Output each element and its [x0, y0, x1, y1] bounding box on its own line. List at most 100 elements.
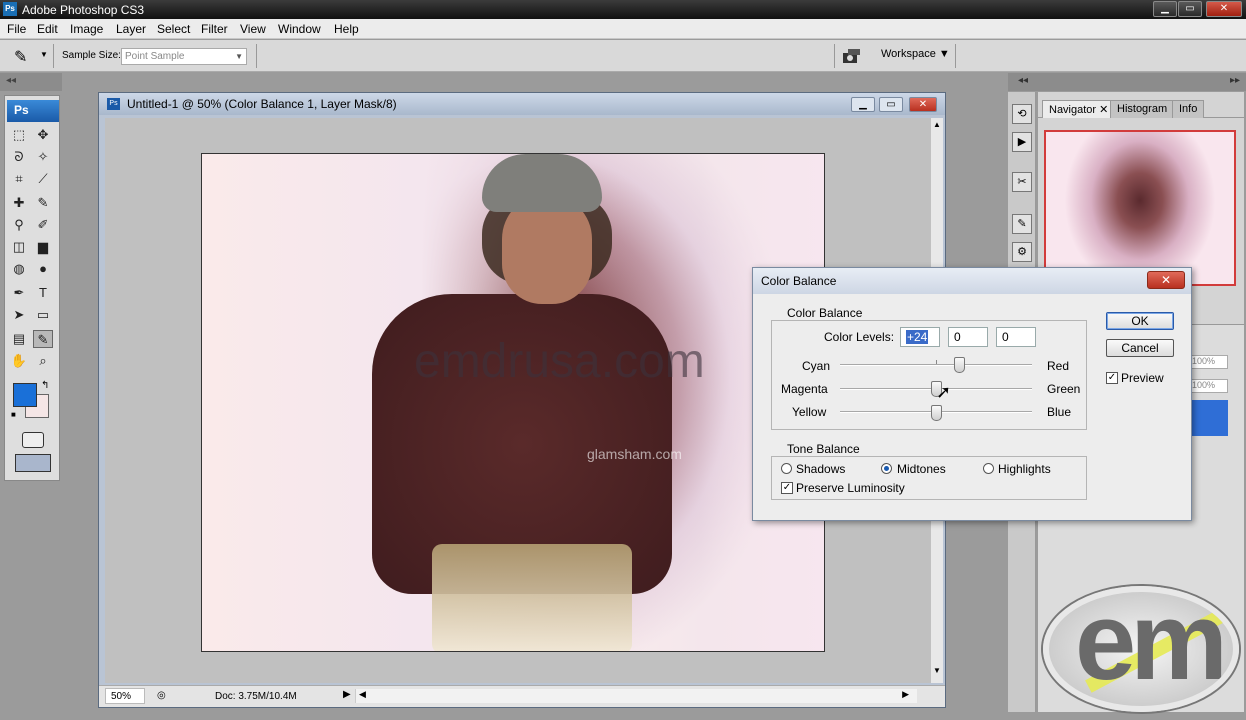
zoom-tool-icon[interactable]: ⌕	[33, 352, 53, 370]
dialog-titlebar[interactable]: Color Balance ✕	[753, 268, 1191, 294]
workspace-menu[interactable]: Workspace ▼	[881, 48, 950, 60]
preserve-luminosity-checkbox[interactable]: ✓	[781, 482, 793, 494]
slice-tool-icon[interactable]: ⟋	[33, 170, 53, 188]
doc-minimize-button[interactable]: ▁	[851, 97, 875, 112]
menu-file[interactable]: File	[7, 22, 26, 36]
lasso-tool-icon[interactable]: ᘐ	[9, 148, 29, 166]
dodge-tool-icon[interactable]: ●	[33, 260, 53, 278]
cyan-red-slider-thumb[interactable]	[954, 357, 965, 373]
tool-presets-icon[interactable]: ✂	[1012, 172, 1032, 192]
document-titlebar[interactable]: Ps Untitled-1 @ 50% (Color Balance 1, La…	[99, 93, 945, 115]
preserve-luminosity-label: Preserve Luminosity	[796, 481, 905, 495]
quick-mask-button[interactable]	[22, 432, 44, 448]
navigator-thumbnail[interactable]	[1044, 130, 1236, 286]
history-icon[interactable]: ⟲	[1012, 104, 1032, 124]
collapse-icon[interactable]: ◂◂	[1018, 75, 1028, 86]
yellow-blue-slider-thumb[interactable]	[931, 405, 942, 421]
doc-close-button[interactable]: ✕	[909, 97, 937, 112]
navigate-icon[interactable]: ◎	[157, 690, 166, 701]
pen-tool-icon[interactable]: ✒	[9, 284, 29, 302]
restore-button[interactable]: ▭	[1178, 1, 1202, 17]
options-divider	[256, 44, 257, 68]
status-menu-icon[interactable]: ▶	[343, 689, 351, 700]
scroll-up-icon[interactable]: ▲	[933, 120, 941, 129]
actions-icon[interactable]: ▶	[1012, 132, 1032, 152]
color-level-cyan-red-field[interactable]: +24	[900, 327, 940, 347]
dialog-close-button[interactable]: ✕	[1147, 271, 1185, 289]
path-selection-tool-icon[interactable]: ➤	[9, 306, 29, 324]
tab-histogram[interactable]: Histogram	[1110, 100, 1175, 118]
gradient-tool-icon[interactable]: ▆	[33, 238, 53, 256]
tab-navigator[interactable]: Navigator ✕	[1042, 100, 1116, 118]
doc-maximize-button[interactable]: ▭	[879, 97, 903, 112]
scroll-right-icon[interactable]: ▶	[902, 689, 909, 700]
tools-panel: Ps ⬚ ✥ ᘐ ✧ ⌗ ⟋ ✚ ✎ ⚲ ✐ ◫ ▆ ◍ ● ✒ T ➤ ▭ ▤…	[4, 95, 60, 481]
menu-view[interactable]: View	[240, 22, 266, 36]
cancel-button[interactable]: Cancel	[1106, 339, 1174, 357]
midtones-radio[interactable]	[881, 463, 892, 474]
menu-window[interactable]: Window	[278, 22, 321, 36]
panels-header[interactable]: ◂◂ ▸▸	[1008, 73, 1246, 91]
expand-icon[interactable]: ▸▸	[1230, 75, 1240, 86]
minimize-button[interactable]: ▁	[1153, 1, 1177, 17]
brushes-icon[interactable]: ✎	[1012, 214, 1032, 234]
move-tool-icon[interactable]: ✥	[33, 126, 53, 144]
type-tool-icon[interactable]: T	[33, 284, 53, 302]
tool-preset-dropdown-icon[interactable]: ▼	[40, 50, 48, 59]
menu-select[interactable]: Select	[157, 22, 190, 36]
tab-info[interactable]: Info	[1172, 100, 1205, 118]
default-colors-icon[interactable]: ■	[11, 410, 16, 419]
ps-document-icon: Ps	[107, 98, 120, 110]
eraser-tool-icon[interactable]: ◫	[9, 238, 29, 256]
options-divider	[955, 44, 956, 68]
cyan-red-slider-track[interactable]	[840, 364, 1032, 366]
blur-tool-icon[interactable]: ◍	[9, 260, 29, 278]
collapse-icon[interactable]: ◂◂	[6, 75, 16, 86]
menu-edit[interactable]: Edit	[37, 22, 58, 36]
selected-layer[interactable]	[1188, 400, 1228, 436]
color-balance-group-title: Color Balance	[783, 306, 867, 320]
menu-image[interactable]: Image	[70, 22, 103, 36]
hand-tool-icon[interactable]: ✋	[9, 352, 29, 370]
options-divider	[53, 44, 54, 68]
options-divider	[834, 44, 835, 68]
shape-tool-icon[interactable]: ▭	[33, 306, 53, 324]
history-brush-tool-icon[interactable]: ✐	[33, 216, 53, 234]
menu-filter[interactable]: Filter	[201, 22, 228, 36]
eyedropper-icon[interactable]: ✎	[14, 47, 27, 67]
screen-mode-button[interactable]	[15, 454, 51, 472]
bridge-icon[interactable]	[842, 48, 862, 64]
close-button[interactable]: ✕	[1206, 1, 1242, 17]
menu-layer[interactable]: Layer	[116, 22, 146, 36]
zoom-field[interactable]: 50%	[105, 688, 145, 704]
opacity-field[interactable]: 100%	[1188, 355, 1228, 369]
swap-colors-icon[interactable]: ↰	[41, 380, 49, 391]
menu-help[interactable]: Help	[334, 22, 359, 36]
sample-size-select[interactable]: Point Sample ▼	[121, 48, 247, 65]
marquee-tool-icon[interactable]: ⬚	[9, 126, 29, 144]
fill-field[interactable]: 100%	[1188, 379, 1228, 393]
ok-button[interactable]: OK	[1106, 312, 1174, 330]
healing-brush-tool-icon[interactable]: ✚	[9, 194, 29, 212]
clone-source-icon[interactable]: ⚙	[1012, 242, 1032, 262]
shadows-radio[interactable]	[781, 463, 792, 474]
preview-label: Preview	[1121, 371, 1164, 385]
scroll-down-icon[interactable]: ▼	[933, 666, 941, 675]
notes-tool-icon[interactable]: ▤	[9, 330, 29, 348]
foreground-color-swatch[interactable]	[13, 383, 37, 407]
red-label: Red	[1047, 359, 1070, 373]
scroll-left-icon[interactable]: ◀	[359, 689, 366, 700]
crop-tool-icon[interactable]: ⌗	[9, 170, 29, 188]
eyedropper-tool-icon[interactable]: ✎	[33, 330, 53, 348]
magic-wand-tool-icon[interactable]: ✧	[33, 148, 53, 166]
color-level-yellow-blue-field[interactable]: 0	[996, 327, 1036, 347]
horizontal-scrollbar[interactable]: ◀ ▶	[355, 689, 917, 703]
brush-tool-icon[interactable]: ✎	[33, 194, 53, 212]
tools-panel-header[interactable]: ◂◂	[0, 73, 62, 91]
preview-checkbox[interactable]: ✓	[1106, 372, 1118, 384]
em-logo: em	[1043, 586, 1239, 712]
clone-stamp-tool-icon[interactable]: ⚲	[9, 216, 29, 234]
canvas-image[interactable]: emdrusa.com glamsham.com	[201, 153, 825, 652]
highlights-radio[interactable]	[983, 463, 994, 474]
color-level-magenta-green-field[interactable]: 0	[948, 327, 988, 347]
